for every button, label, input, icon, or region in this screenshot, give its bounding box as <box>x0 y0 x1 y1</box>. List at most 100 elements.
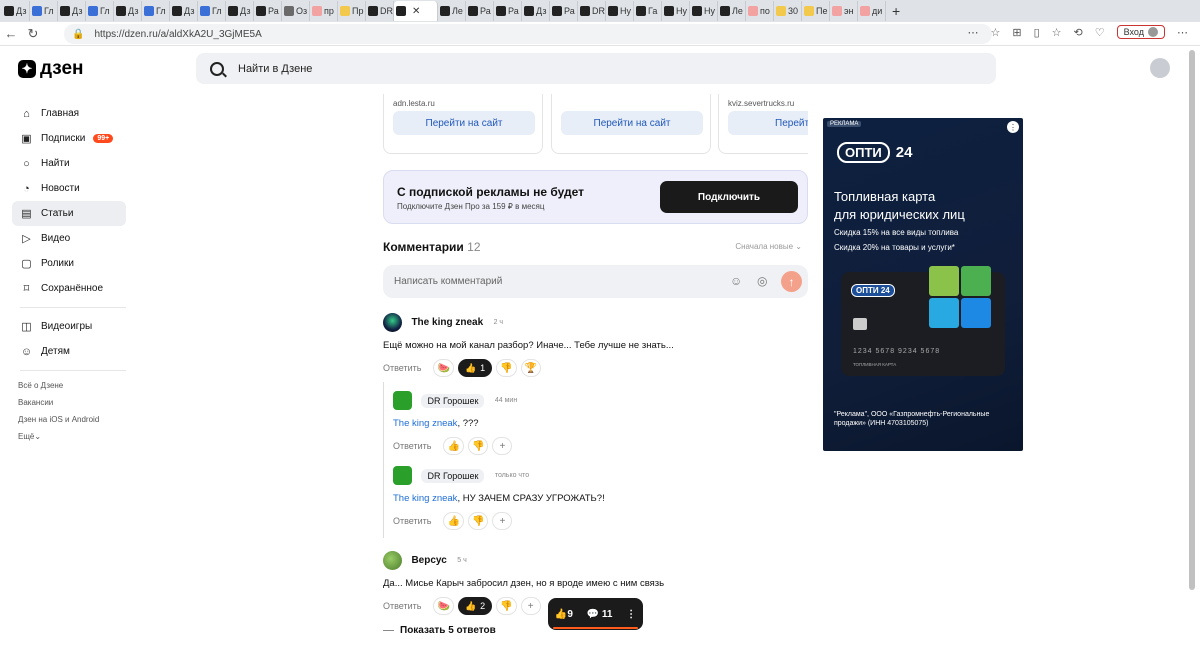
mention-link[interactable]: The king zneak <box>393 418 457 429</box>
send-button[interactable]: ↑ <box>781 271 802 292</box>
reply-button[interactable]: Ответить <box>383 363 421 373</box>
dzen-logo[interactable]: ✦ дзен <box>18 58 84 80</box>
close-icon[interactable]: ✕ <box>412 6 420 17</box>
browser-tab[interactable]: по <box>746 1 774 21</box>
like-button[interactable]: 👍9 <box>555 609 573 620</box>
browser-tab[interactable]: Оз <box>282 1 310 21</box>
browser-tab[interactable]: DR <box>366 1 394 21</box>
ad-menu-icon[interactable]: ⋮ <box>1007 121 1019 133</box>
avatar[interactable] <box>1150 58 1170 78</box>
reaction-button[interactable]: 🍉 <box>433 597 454 615</box>
browser-tab[interactable]: Ра <box>254 1 282 21</box>
emoji-icon[interactable]: ☺ <box>730 274 742 288</box>
browser-tab[interactable]: Ра <box>550 1 578 21</box>
browser-tab[interactable]: эн <box>830 1 858 21</box>
browser-tab[interactable]: Гл <box>86 1 114 21</box>
more-icon[interactable]: ⋮ <box>626 609 636 620</box>
sidebar-item-bookmark[interactable]: ⌑ Сохранённое <box>12 276 126 301</box>
avatar[interactable] <box>393 466 412 485</box>
browser-tab[interactable]: ✕ <box>394 1 438 21</box>
comment-input[interactable]: Написать комментарий ☺ ◎ ↑ <box>383 265 808 298</box>
footer-link[interactable]: Вакансии <box>12 394 126 411</box>
page-scrollbar[interactable] <box>1188 48 1196 638</box>
comment-author[interactable]: Версус <box>411 555 446 566</box>
back-icon[interactable]: ← <box>0 26 22 41</box>
browser-tab[interactable]: Гл <box>30 1 58 21</box>
browser-tab[interactable]: Гл <box>142 1 170 21</box>
browser-tab[interactable]: Га <box>634 1 662 21</box>
browser-tab[interactable]: Ну <box>606 1 634 21</box>
star-icon[interactable]: ☆ <box>991 26 1001 39</box>
like-button[interactable]: 👍 <box>443 512 464 530</box>
like-button[interactable]: 👍 1 <box>457 359 493 377</box>
side-ad-banner[interactable]: РЕКЛАМА ⋮ ОПТИ 24 Топливная карта для юрид… <box>823 118 1023 451</box>
search-input[interactable]: Найти в Дзене <box>196 53 996 84</box>
extensions-icon[interactable]: ⊞ <box>1012 26 1021 39</box>
ad-card[interactable]: adn.lesta.ru Перейти на сайт <box>383 94 543 154</box>
visit-site-button[interactable]: Перейти на сайт <box>393 111 535 135</box>
sidebar-item-news[interactable]: ◔ Новости <box>12 176 126 201</box>
favorites-icon[interactable]: ☆ <box>1052 26 1062 39</box>
login-button[interactable]: Вход <box>1116 25 1165 39</box>
sidebar-item-subscriptions[interactable]: ▣ Подписки 99+ <box>12 126 126 151</box>
browser-tab[interactable]: Ле <box>438 1 466 21</box>
menu-icon[interactable]: ⋯ <box>1177 26 1188 39</box>
sidebar-item-video[interactable]: ▷ Видео <box>12 226 126 251</box>
browser-tab[interactable]: Дз <box>114 1 142 21</box>
avatar[interactable] <box>383 313 402 332</box>
footer-link[interactable]: Дзен на iOS и Android <box>12 411 126 428</box>
visit-site-button[interactable]: Перейти на сайт <box>561 111 703 135</box>
comment-author[interactable]: DR Горошек <box>421 393 485 408</box>
mention-link[interactable]: The king zneak <box>393 493 457 504</box>
reload-icon[interactable]: ↻ <box>22 26 44 42</box>
reply-button[interactable]: Ответить <box>383 601 421 611</box>
ad-card[interactable]: Перейти на сайт <box>551 94 711 154</box>
browser-tab[interactable]: 30 <box>774 1 802 21</box>
browser-tab[interactable]: Ну <box>662 1 690 21</box>
footer-link[interactable]: Всё о Дзене <box>12 377 126 394</box>
sidebar-item-home[interactable]: ⌂ Главная <box>12 101 126 126</box>
comments-button[interactable]: 💬 11 <box>587 609 613 620</box>
browser-tab[interactable]: Пе <box>802 1 830 21</box>
browser-tab[interactable]: Дз <box>2 1 30 21</box>
reaction-button[interactable]: 🏆 <box>520 359 542 377</box>
reply-button[interactable]: Ответить <box>393 516 431 526</box>
dislike-button[interactable]: 👎 <box>467 437 489 455</box>
more-icon[interactable]: ⋯ <box>968 26 979 39</box>
sort-dropdown[interactable]: Сначала новые ⌄ <box>735 242 802 251</box>
browser-tab[interactable]: DR <box>578 1 606 21</box>
sidebar-item-search[interactable]: ○ Найти <box>12 151 126 176</box>
browser-tab[interactable]: ди <box>858 1 886 21</box>
browser-tab[interactable]: Ра <box>494 1 522 21</box>
add-reaction-button[interactable]: + <box>492 512 513 530</box>
like-button[interactable]: 👍 2 <box>457 597 493 615</box>
add-reaction-button[interactable]: + <box>492 437 513 455</box>
browser-tab[interactable]: Дз <box>522 1 550 21</box>
avatar[interactable] <box>383 551 402 570</box>
browser-tab[interactable]: Ле <box>718 1 746 21</box>
url-field[interactable]: 🔒 https://dzen.ru/a/aldXkA2U_3GjME5A <box>64 24 992 44</box>
avatar[interactable] <box>393 391 412 410</box>
dislike-button[interactable]: 👎 <box>496 359 517 377</box>
browser-tab[interactable]: Пр <box>338 1 366 21</box>
sidebar-item-shorts[interactable]: ▢ Ролики <box>12 251 126 276</box>
browser-tab[interactable]: Гл <box>198 1 226 21</box>
sidebar-item-gamepad[interactable]: ◫ Видеоигры <box>12 314 126 339</box>
add-reaction-button[interactable]: + <box>520 597 541 615</box>
history-icon[interactable]: ⟲ <box>1074 26 1083 39</box>
visit-site-button[interactable]: Перейти н <box>728 111 808 135</box>
reaction-button[interactable]: 🍉 <box>433 359 454 377</box>
comment-author[interactable]: The king zneak <box>411 317 483 328</box>
split-icon[interactable]: ▯ <box>1034 26 1040 39</box>
dislike-button[interactable]: 👎 <box>467 512 489 530</box>
reply-button[interactable]: Ответить <box>393 441 431 451</box>
subscribe-button[interactable]: Подключить <box>660 181 798 213</box>
browser-tab[interactable]: Дз <box>226 1 254 21</box>
browser-tab[interactable]: пр <box>310 1 338 21</box>
sidebar-item-articles[interactable]: ▤ Статьи <box>12 201 126 226</box>
camera-icon[interactable]: ◎ <box>757 274 767 288</box>
like-button[interactable]: 👍 <box>443 437 464 455</box>
browser-tab[interactable]: Ну <box>690 1 718 21</box>
ad-card[interactable]: kviz.severtrucks.ru Перейти н <box>718 94 808 154</box>
sidebar-item-kids[interactable]: ☺ Детям <box>12 339 126 364</box>
